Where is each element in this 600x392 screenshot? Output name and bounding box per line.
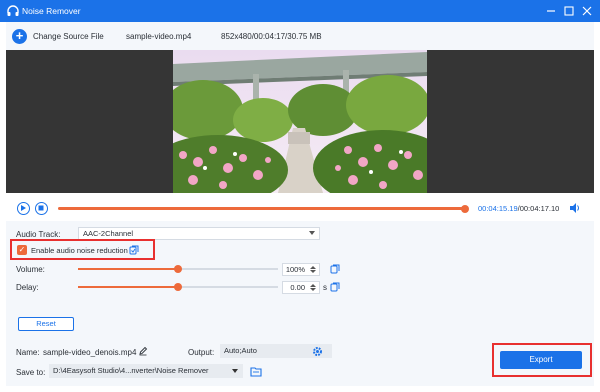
reset-button[interactable]: Reset	[18, 317, 74, 331]
delay-slider[interactable]	[78, 283, 278, 291]
edit-icon[interactable]	[138, 346, 148, 356]
delay-stepper[interactable]: 0.00	[282, 281, 320, 294]
file-toolbar: + Change Source File sample-video.mp4 85…	[6, 22, 594, 50]
save-to-label: Save to:	[16, 368, 46, 377]
audio-track-value: AAC-2Channel	[83, 229, 134, 238]
progress-handle[interactable]	[461, 204, 469, 213]
delay-unit: s	[323, 283, 327, 292]
save-to-path: D:\4Easysoft Studio\4...nverter\Noise Re…	[53, 366, 209, 375]
output-file-name: sample-video_denois.mp4	[43, 348, 137, 357]
plus-icon: +	[12, 28, 27, 44]
volume-label: Volume:	[16, 265, 45, 274]
save-to-path-select[interactable]: D:\4Easysoft Studio\4...nverter\Noise Re…	[49, 364, 243, 378]
delay-label: Delay:	[16, 283, 39, 292]
increase-icon[interactable]	[310, 284, 316, 287]
noise-reduction-label: Enable audio noise reduction	[31, 246, 128, 255]
output-bar: Name: sample-video_denois.mp4 Output: Au…	[6, 339, 594, 386]
output-format-value: Auto;Auto	[224, 346, 257, 355]
file-info: 852x480/00:04:17/30.75 MB	[221, 32, 322, 41]
increase-icon[interactable]	[310, 266, 316, 269]
time-readout: 00:04:15.19/00:04:17.10	[478, 204, 559, 213]
delay-slider-handle[interactable]	[174, 283, 182, 291]
file-name: sample-video.mp4	[126, 32, 192, 41]
delay-value: 0.00	[290, 283, 305, 292]
volume-value: 100%	[285, 265, 305, 274]
audio-track-label: Audio Track:	[16, 230, 61, 239]
volume-slider-handle[interactable]	[174, 265, 182, 273]
stop-button[interactable]	[35, 202, 48, 215]
volume-slider[interactable]	[78, 265, 278, 273]
decrease-icon[interactable]	[310, 288, 316, 291]
volume-slider-fill	[78, 268, 178, 270]
change-source-file-button[interactable]: + Change Source File	[12, 28, 104, 44]
delay-copy-icon[interactable]	[330, 282, 340, 292]
delay-slider-fill	[78, 286, 178, 288]
window-title: Noise Remover	[22, 6, 81, 16]
chevron-down-icon	[232, 369, 238, 373]
name-label: Name:	[16, 348, 40, 357]
play-button[interactable]	[17, 202, 30, 215]
folder-icon[interactable]	[250, 366, 262, 377]
video-thumbnail	[173, 50, 427, 193]
maximize-icon[interactable]	[562, 4, 576, 18]
noise-reduction-checkbox[interactable]: ✓	[17, 245, 27, 255]
title-bar: Noise Remover	[0, 0, 600, 22]
volume-stepper[interactable]: 100%	[282, 263, 320, 276]
change-source-label: Change Source File	[33, 31, 104, 41]
chevron-down-icon	[309, 231, 315, 235]
export-button[interactable]: Export	[500, 351, 582, 369]
export-highlight: Export	[492, 343, 592, 377]
play-icon	[21, 205, 26, 211]
total-time: 00:04:17.10	[519, 204, 560, 213]
output-label: Output:	[188, 348, 215, 357]
headphones-icon	[7, 5, 19, 16]
copy-settings-icon[interactable]	[129, 245, 139, 255]
current-time: 00:04:15.19	[478, 204, 518, 213]
progress-bar[interactable]	[58, 204, 469, 213]
close-icon[interactable]	[580, 4, 594, 18]
stop-icon	[38, 205, 44, 211]
volume-icon[interactable]	[569, 202, 581, 214]
volume-copy-icon[interactable]	[330, 264, 340, 274]
video-frame	[173, 50, 427, 193]
video-preview[interactable]	[6, 50, 594, 193]
minimize-icon[interactable]	[544, 4, 558, 18]
decrease-icon[interactable]	[310, 270, 316, 273]
audio-settings-panel: Audio Track: AAC-2Channel ✓ Enable audio…	[6, 221, 594, 339]
playback-controls: 00:04:15.19/00:04:17.10	[6, 195, 594, 221]
gear-icon[interactable]	[312, 346, 323, 357]
